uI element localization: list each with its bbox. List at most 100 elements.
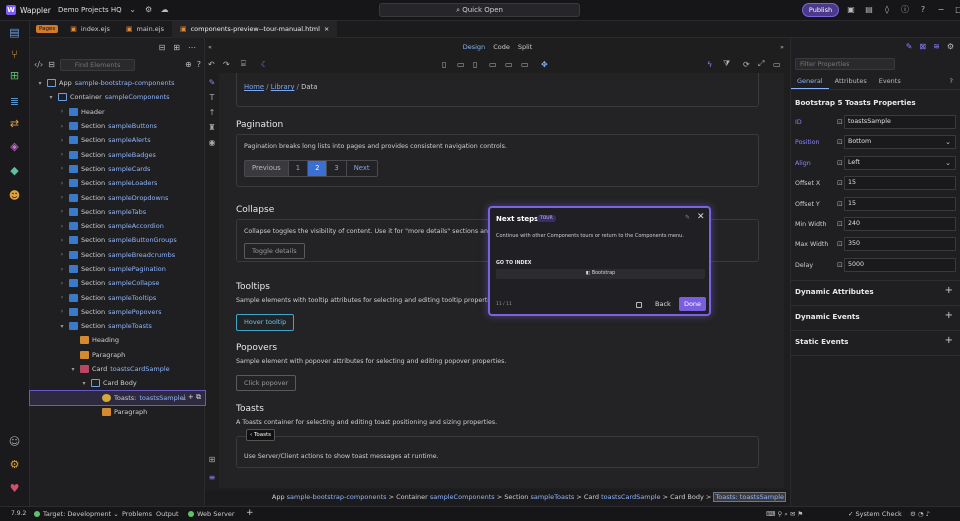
- git-icon[interactable]: ⑂: [6, 47, 23, 63]
- tree-chevron-icon[interactable]: ›: [58, 180, 66, 187]
- settings-icon[interactable]: ⚙: [947, 42, 954, 51]
- pages-icon[interactable]: ▤: [6, 25, 23, 41]
- code-mode-button[interactable]: Code: [493, 43, 510, 51]
- outline-icon[interactable]: ≡: [207, 473, 217, 483]
- system-check-button[interactable]: ✓ System Check: [848, 510, 902, 518]
- cloud-icon[interactable]: ☁: [160, 5, 170, 15]
- data-binding-icon[interactable]: ⊡: [837, 240, 843, 248]
- css-icon[interactable]: ⊠: [919, 42, 926, 51]
- problems-button[interactable]: Problems: [122, 510, 152, 518]
- add-icon[interactable]: +: [945, 335, 953, 346]
- routing-icon[interactable]: ⇄: [6, 116, 23, 132]
- page-1[interactable]: 1: [289, 161, 309, 176]
- property-value-field[interactable]: 240: [844, 217, 956, 231]
- target-selector[interactable]: Target: Development ⌄: [34, 510, 119, 518]
- tree-node[interactable]: Heading: [30, 333, 205, 347]
- desktop-view-icon[interactable]: ▭: [505, 60, 513, 69]
- dark-mode-icon[interactable]: ☾: [261, 60, 268, 69]
- breadcrumb-home[interactable]: Home: [244, 83, 264, 91]
- help-icon[interactable]: ?: [197, 60, 201, 69]
- data-binding-icon[interactable]: ⊡: [837, 138, 843, 146]
- tree-chevron-icon[interactable]: ›: [58, 223, 66, 230]
- tree-chevron-icon[interactable]: ›: [58, 151, 66, 158]
- dont-show-checkbox[interactable]: [636, 302, 642, 308]
- tree-chevron-icon[interactable]: ›: [58, 194, 66, 201]
- app-logo[interactable]: W Wappler: [0, 5, 52, 15]
- done-button[interactable]: Done: [679, 297, 706, 311]
- text-icon[interactable]: T: [207, 93, 217, 103]
- tree-node[interactable]: ▾ App sample-bootstrap-components: [30, 76, 205, 90]
- undo-icon[interactable]: ↶: [208, 60, 215, 69]
- database-icon[interactable]: ≣: [6, 94, 23, 110]
- book-icon[interactable]: ▤: [864, 5, 874, 15]
- page-next[interactable]: Next: [347, 161, 377, 176]
- tree-chevron-icon[interactable]: ▾: [47, 94, 55, 101]
- tree-node[interactable]: ▾ Card toastsCardSample: [30, 362, 205, 376]
- tree-node[interactable]: › Section sampleButtonGroups: [30, 233, 205, 247]
- tree-node[interactable]: › Section sampleBreadcrumbs: [30, 248, 205, 262]
- static-events-section[interactable]: Static Events +: [795, 335, 957, 349]
- page-previous[interactable]: Previous: [245, 161, 289, 176]
- property-value-field[interactable]: 5000: [844, 257, 956, 272]
- property-value-field[interactable]: 15: [844, 176, 956, 191]
- chevron-down-icon[interactable]: ⌄: [945, 157, 951, 169]
- toggle-details-button[interactable]: Toggle details: [244, 243, 305, 259]
- users-icon[interactable]: ☺: [6, 434, 23, 450]
- tree-chevron-icon[interactable]: ▾: [36, 80, 44, 87]
- add-element-icon[interactable]: ⊕: [185, 60, 192, 69]
- help-icon[interactable]: ?: [918, 5, 928, 15]
- node-actions-icon[interactable]: ⤓ + ⧉: [183, 393, 201, 402]
- workflow-icon[interactable]: ⊞: [6, 68, 23, 84]
- data-binding-icon[interactable]: ⊡: [837, 261, 843, 269]
- preview-icon[interactable]: ▭: [773, 60, 781, 69]
- tree-node[interactable]: › Section samplePagination: [30, 262, 205, 276]
- sync-icon[interactable]: ⟳: [743, 60, 750, 69]
- breadcrumb-library[interactable]: Library: [271, 83, 295, 91]
- gear-icon[interactable]: ⚙: [144, 5, 154, 15]
- minimize-icon[interactable]: −: [936, 5, 946, 15]
- property-value-field[interactable]: toastsSample: [844, 115, 956, 129]
- info-icon[interactable]: ⓘ: [900, 5, 910, 15]
- tree-node[interactable]: ▾ Card Body: [30, 376, 205, 390]
- tree-node[interactable]: › Section sampleBadges: [30, 147, 205, 161]
- panel-more-icon[interactable]: ⋯: [188, 43, 196, 52]
- tree-chevron-icon[interactable]: ›: [58, 280, 66, 287]
- project-selector[interactable]: Demo Projects HQ ⌄ ⚙ ☁: [58, 5, 170, 15]
- tree-node[interactable]: ▾ Container sampleComponents: [30, 90, 205, 104]
- mobile-view-icon[interactable]: ▯: [442, 60, 446, 69]
- tab-events[interactable]: Events: [873, 75, 907, 89]
- layers-icon[interactable]: ◆: [6, 163, 23, 179]
- dynamic-events-section[interactable]: Dynamic Events +: [795, 310, 957, 324]
- maximize-icon[interactable]: □: [954, 5, 960, 15]
- pointer-icon[interactable]: ↑: [207, 108, 217, 118]
- tab-components-preview[interactable]: ▣ components-preview--tour-manual.html ×: [171, 20, 338, 38]
- split-mode-button[interactable]: Split: [518, 43, 532, 51]
- tree-chevron-icon[interactable]: ›: [58, 137, 66, 144]
- tree-node[interactable]: › Section sampleAccordion: [30, 219, 205, 233]
- tab-index[interactable]: ▣ index.ejs: [62, 21, 118, 38]
- tree-node[interactable]: › Section sampleLoaders: [30, 176, 205, 190]
- notifications-icon[interactable]: ♥: [6, 481, 23, 497]
- grid-icon[interactable]: ⊞: [207, 455, 217, 465]
- extensions-icon[interactable]: ☻: [6, 188, 23, 204]
- structure-icon[interactable]: ⊟: [48, 60, 55, 69]
- tree-chevron-icon[interactable]: ›: [58, 165, 66, 172]
- tree-node[interactable]: › Section sampleAlerts: [30, 133, 205, 147]
- tree-node[interactable]: Paragraph: [30, 405, 205, 419]
- tree-chevron-icon[interactable]: ▾: [58, 323, 66, 330]
- tree-chevron-icon[interactable]: ▾: [80, 380, 88, 387]
- close-tab-icon[interactable]: ×: [324, 25, 329, 33]
- edit-icon[interactable]: ✎: [207, 78, 217, 88]
- paint-icon[interactable]: ♜: [207, 123, 217, 133]
- toasts-selection-chip[interactable]: ‹ Toasts: [246, 429, 276, 441]
- tree-chevron-icon[interactable]: ›: [58, 208, 66, 215]
- filter-properties-input[interactable]: [795, 58, 895, 70]
- tree-chevron-icon[interactable]: ›: [58, 251, 66, 258]
- chevron-down-icon[interactable]: ⌄: [945, 136, 951, 148]
- data-binding-icon[interactable]: ⊡: [837, 220, 843, 228]
- wide-view-icon[interactable]: ▭: [521, 60, 529, 69]
- dynamic-attributes-section[interactable]: Dynamic Attributes +: [795, 285, 957, 299]
- tree-node[interactable]: Paragraph: [30, 348, 205, 362]
- tablet-landscape-icon[interactable]: ▭: [457, 60, 465, 69]
- collapse-right-icon[interactable]: »: [780, 43, 784, 51]
